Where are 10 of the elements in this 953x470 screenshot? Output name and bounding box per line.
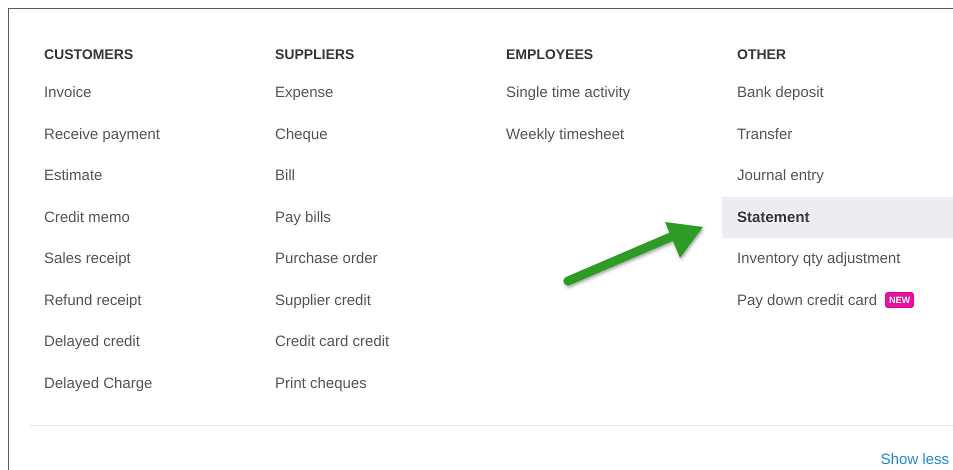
show-less-link[interactable]: Show less — [880, 450, 949, 470]
column-heading: SUPPLIERS — [275, 45, 354, 64]
column-heading: CUSTOMERS — [44, 45, 134, 64]
new-badge: NEW — [885, 292, 914, 308]
column-heading: OTHER — [737, 45, 786, 64]
menu-item[interactable]: Pay down credit card NEW — [722, 280, 953, 321]
column-heading: EMPLOYEES — [506, 45, 594, 64]
menu-item[interactable]: Journal entry — [722, 155, 953, 196]
menu-item[interactable]: Statement — [722, 196, 953, 238]
menu-item[interactable]: Inventory qty adjustment — [722, 238, 953, 280]
